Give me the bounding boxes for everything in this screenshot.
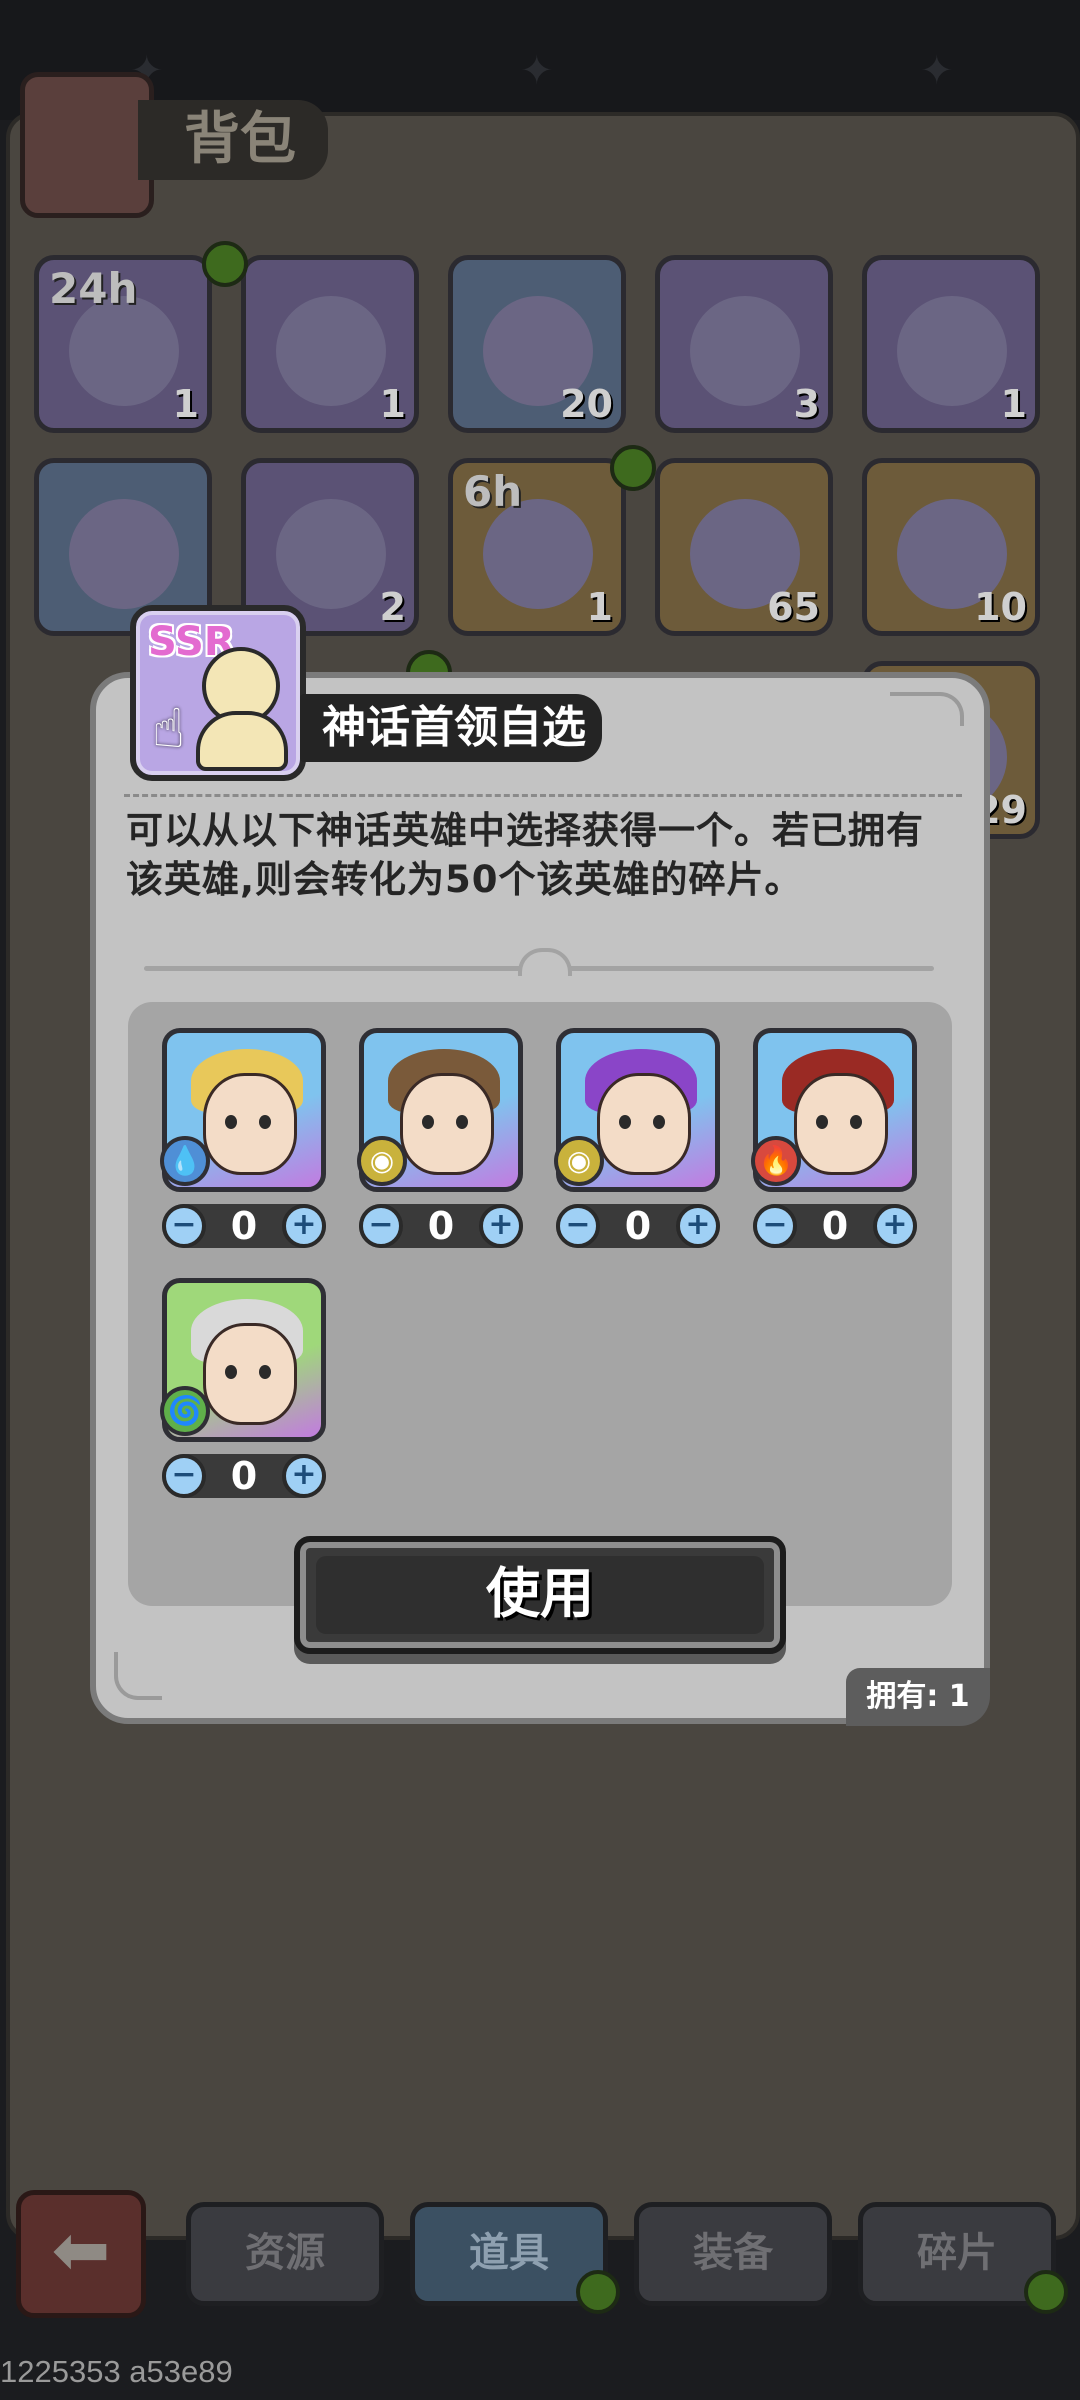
item-count: 3 — [793, 382, 820, 426]
quantity-value: 0 — [427, 1204, 455, 1248]
item-count: 65 — [767, 585, 820, 629]
quantity-stepper: −0 + — [359, 1204, 523, 1248]
arrow-left-icon: ⬅ — [51, 2209, 111, 2291]
notification-dot — [576, 2270, 620, 2314]
inventory-slot[interactable]: 3 — [655, 255, 833, 433]
use-button[interactable]: 使用 — [294, 1536, 786, 1654]
back-button[interactable]: ⬅ — [16, 2190, 146, 2318]
hero-card[interactable]: 💧 −0 + — [160, 1028, 326, 1248]
item-art — [897, 296, 1007, 406]
hero-card[interactable]: ◉ −0 + — [357, 1028, 523, 1248]
build-info: 1225353 a53e89 — [0, 2354, 233, 2389]
item-count: 20 — [560, 382, 613, 426]
minus-button[interactable]: − — [753, 1204, 797, 1248]
hero-eye — [259, 1365, 271, 1379]
plus-button[interactable]: + — [676, 1204, 720, 1248]
figure-body — [196, 711, 288, 771]
hero-eye — [619, 1115, 631, 1129]
pointer-hand-icon: ☝ — [152, 697, 185, 760]
dialog-title: 神话首领自选 — [300, 694, 602, 762]
plus-button[interactable]: + — [479, 1204, 523, 1248]
ornament-icon: ✦ — [520, 48, 554, 94]
quantity-value: 0 — [230, 1454, 258, 1498]
hero-card[interactable]: 🌀 −0 + — [160, 1278, 326, 1498]
hero-selection-area: 💧 −0 + ◉ −0 + ◉ −0 + 🔥 −0 + 🌀 −0 + — [128, 1002, 952, 1606]
plus-button[interactable]: + — [282, 1454, 326, 1498]
minus-button[interactable]: − — [556, 1204, 600, 1248]
use-button-label: 使用 — [316, 1556, 764, 1634]
duration-tag: 24h — [49, 264, 138, 313]
dashed-divider — [124, 794, 962, 797]
inventory-slot[interactable]: 65 — [655, 458, 833, 636]
hero-face — [597, 1073, 691, 1175]
item-art — [69, 499, 179, 609]
hero-face — [400, 1073, 494, 1175]
plus-button[interactable]: + — [282, 1204, 326, 1248]
hero-face — [794, 1073, 888, 1175]
tab-equipment[interactable]: 装备 — [634, 2202, 832, 2306]
inventory-slot[interactable]: 10 — [862, 458, 1040, 636]
quantity-value: 0 — [624, 1204, 652, 1248]
item-count: 1 — [1000, 382, 1027, 426]
item-count: 1 — [586, 585, 613, 629]
item-count: 10 — [974, 585, 1027, 629]
notification-dot — [1024, 2270, 1068, 2314]
plus-button[interactable]: + — [873, 1204, 917, 1248]
inventory-slot[interactable]: 1 — [862, 255, 1040, 433]
hero-card[interactable]: ◉ −0 + — [554, 1028, 720, 1248]
owned-count: 拥有: 1 — [846, 1668, 990, 1726]
hero-card[interactable]: 🔥 −0 + — [751, 1028, 917, 1248]
hero-eye — [259, 1115, 271, 1129]
item-art — [276, 296, 386, 406]
fire-icon: 🔥 — [751, 1136, 801, 1186]
corner-ornament — [890, 692, 964, 726]
quantity-stepper: −0 + — [753, 1204, 917, 1248]
minus-button[interactable]: − — [359, 1204, 403, 1248]
hero-eye — [225, 1115, 237, 1129]
hero-eye — [816, 1115, 828, 1129]
hero-eye — [422, 1115, 434, 1129]
earth-icon: ◉ — [554, 1136, 604, 1186]
hero-eye — [850, 1115, 862, 1129]
water-icon: 💧 — [160, 1136, 210, 1186]
wind-icon: 🌀 — [160, 1386, 210, 1436]
minus-button[interactable]: − — [162, 1454, 206, 1498]
earth-icon: ◉ — [357, 1136, 407, 1186]
ornament-icon: ✦ — [920, 48, 954, 94]
item-art — [690, 296, 800, 406]
quantity-value: 0 — [821, 1204, 849, 1248]
item-count: 1 — [379, 382, 406, 426]
hero-eye — [456, 1115, 468, 1129]
quantity-stepper: −0 + — [162, 1204, 326, 1248]
item-count: 2 — [379, 585, 406, 629]
duration-tag: 6h — [463, 467, 523, 516]
bottom-nav: ⬅ 资源 道具 装备 碎片 — [0, 2190, 1080, 2330]
notification-dot — [202, 241, 248, 287]
hero-face — [203, 1073, 297, 1175]
minus-button[interactable]: − — [162, 1204, 206, 1248]
bag-header: 背包 — [20, 72, 328, 218]
hero-eye — [653, 1115, 665, 1129]
item-art — [276, 499, 386, 609]
inventory-slot[interactable]: 24h 1 — [34, 255, 212, 433]
owned-label: 拥有: — [866, 1679, 939, 1714]
hero-eye — [225, 1365, 237, 1379]
inventory-slot[interactable]: 6h 1 — [448, 458, 626, 636]
corner-ornament — [114, 1652, 162, 1700]
quantity-value: 0 — [230, 1204, 258, 1248]
inventory-slot[interactable]: 1 — [241, 255, 419, 433]
hero-face — [203, 1323, 297, 1425]
item-count: 1 — [172, 382, 199, 426]
tab-resources[interactable]: 资源 — [186, 2202, 384, 2306]
quantity-stepper: −0 + — [556, 1204, 720, 1248]
owned-value: 1 — [948, 1679, 970, 1714]
notification-dot — [610, 445, 656, 491]
ssr-selector-item-icon: SSR ☝ — [130, 605, 306, 781]
dialog-description: 可以从以下神话英雄中选择获得一个。若已拥有该英雄,则会转化为50个该英雄的碎片。 — [126, 809, 924, 901]
backpack-icon — [20, 72, 154, 218]
bag-title: 背包 — [138, 100, 328, 180]
quantity-stepper: −0 + — [162, 1454, 326, 1498]
inventory-slot[interactable]: 20 — [448, 255, 626, 433]
